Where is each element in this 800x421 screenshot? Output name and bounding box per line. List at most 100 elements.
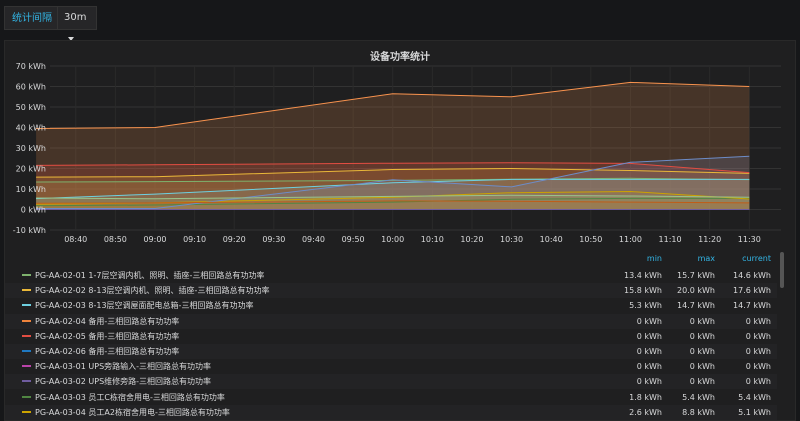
series-min: 0 kWh: [636, 331, 662, 341]
series-name[interactable]: PG-AA-03-03 员工C栋宿舍用电-三相回路总有功功率: [35, 390, 225, 405]
series-min: 1.8 kWh: [629, 392, 662, 402]
y-tick-label: -10 kWh: [13, 226, 46, 235]
power-chart[interactable]: 70 kWh 60 kWh 50 kWh 40 kWh 30 kWh 20 kWh 10 k…: [5, 57, 795, 267]
x-tick-label: 10:10: [421, 235, 444, 244]
chart-panel: 设备功率统计 70 kWh 60 kWh 50 kWh 40 kWh 30 kWh 20 …: [4, 40, 796, 421]
legend-scrollbar[interactable]: [780, 252, 784, 288]
series-name[interactable]: PG-AA-02-03 8-13层空调屋面配电总箱-三相回路总有功功率: [35, 298, 253, 313]
series-name[interactable]: PG-AA-03-02 UPS维修旁路-三相回路总有功功率: [35, 374, 211, 389]
series-name[interactable]: PG-AA-02-02 8-13层空调内机、照明、插座-三相回路总有功功率: [35, 283, 269, 298]
legend-row[interactable]: PG-AA-03-03 员工C栋宿舍用电-三相回路总有功功率 1.8 kWh 5.4…: [5, 390, 777, 405]
legend-row[interactable]: PG-AA-02-04 备用-三相回路总有功功率 0 kWh 0 kWh 0 kWh: [5, 313, 777, 329]
series-color-swatch: [22, 395, 31, 398]
legend-row[interactable]: PG-AA-02-05 备用-三相回路总有功功率 0 kWh 0 kWh 0 kWh: [5, 329, 777, 344]
series-name[interactable]: PG-AA-02-05 备用-三相回路总有功功率: [35, 329, 179, 344]
x-tick-label: 09:20: [223, 235, 246, 244]
legend-header-current[interactable]: current: [725, 254, 771, 266]
series-max: 0 kWh: [689, 377, 715, 387]
series-max: 14.7 kWh: [677, 301, 715, 311]
series-color-swatch: [22, 380, 31, 383]
series-current: 14.6 kWh: [733, 271, 771, 280]
x-tick-label: 09:40: [302, 235, 325, 244]
series-min: 13.4 kWh: [624, 271, 662, 280]
series-max: 15.7 kWh: [677, 271, 715, 280]
x-tick-label: 08:50: [104, 235, 127, 244]
series-min: 0 kWh: [636, 347, 662, 356]
series-color-swatch: [22, 350, 31, 352]
series-max: 8.8 kWh: [682, 407, 715, 417]
x-tick-label: 11:10: [659, 235, 682, 244]
series-color-swatch: [22, 334, 31, 337]
series-max: 0 kWh: [689, 347, 715, 356]
x-tick-label: 10:30: [500, 235, 523, 244]
series-color-swatch: [22, 304, 31, 307]
legend-header-min[interactable]: min: [625, 254, 662, 266]
legend-row[interactable]: PG-AA-02-03 8-13层空调屋面配电总箱-三相回路总有功功率 5.3 k…: [5, 298, 777, 313]
series-color-swatch: [22, 365, 31, 368]
x-axis: 08:40 08:50 09:00 09:10 09:20 09:30 09:40 09:50…: [64, 235, 761, 244]
series-current: 0 kWh: [745, 362, 771, 372]
chart-areas: [36, 82, 750, 210]
y-tick-label: 50 kWh: [16, 103, 46, 112]
series-current: 0 kWh: [745, 347, 771, 356]
y-tick-label: 30 kWh: [16, 144, 46, 153]
series-current: 0 kWh: [745, 377, 771, 387]
y-tick-label: 70 kWh: [16, 62, 46, 71]
x-tick-label: 09:30: [262, 235, 285, 244]
series-current: 17.6 kWh: [733, 286, 771, 296]
series-max: 20.0 kWh: [677, 286, 715, 296]
x-tick-label: 10:40: [540, 235, 563, 244]
y-tick-label: 20 kWh: [16, 165, 46, 174]
series-color-swatch: [22, 274, 31, 276]
series-min: 0 kWh: [636, 377, 662, 387]
series-name[interactable]: PG-AA-02-01 1-7层空调内机、照明、插座-三相回路总有功功率: [35, 268, 264, 283]
series-min: 2.6 kWh: [629, 407, 662, 417]
series-min: 15.8 kWh: [624, 286, 662, 296]
series-current: 5.1 kWh: [738, 407, 771, 417]
series-max: 5.4 kWh: [682, 392, 715, 402]
x-tick-label: 11:20: [698, 235, 721, 244]
y-axis: 70 kWh 60 kWh 50 kWh 40 kWh 30 kWh 20 kWh 10 k…: [13, 62, 46, 235]
series-color-swatch: [22, 319, 31, 322]
series-max: 0 kWh: [689, 316, 715, 326]
series-name[interactable]: PG-AA-02-04 备用-三相回路总有功功率: [35, 314, 179, 329]
legend-row[interactable]: PG-AA-03-02 UPS维修旁路-三相回路总有功功率 0 kWh 0 kWh 0…: [5, 374, 777, 390]
series-name[interactable]: PG-AA-03-01 UPS旁路输入-三相回路总有功功率: [35, 359, 211, 374]
y-tick-label: 60 kWh: [16, 83, 46, 92]
x-tick-label: 09:10: [183, 235, 206, 244]
x-tick-label: 08:40: [64, 235, 87, 244]
x-tick-label: 10:00: [381, 235, 404, 244]
interval-value: 30m: [64, 12, 87, 23]
series-min: 5.3 kWh: [629, 301, 662, 311]
y-tick-label: 40 kWh: [16, 124, 46, 133]
legend-row[interactable]: PG-AA-03-04 员工A2栋宿舍用电-三相回路总有功功率 2.6 kWh 8.…: [5, 404, 777, 420]
y-tick-label: 10 kWh: [16, 185, 46, 194]
series-max: 0 kWh: [689, 331, 715, 341]
x-tick-label: 11:00: [619, 235, 642, 244]
x-tick-label: 11:30: [738, 235, 761, 244]
x-tick-label: 10:50: [579, 235, 602, 244]
series-color-swatch: [22, 289, 31, 292]
series-current: 5.4 kWh: [738, 392, 771, 402]
legend-header-max[interactable]: max: [675, 254, 715, 266]
series-current: 14.7 kWh: [733, 301, 771, 311]
x-tick-label: 09:50: [342, 235, 365, 244]
series-min: 0 kWh: [636, 316, 662, 326]
interval-label: 统计间隔: [4, 6, 60, 30]
legend-row[interactable]: PG-AA-03-01 UPS旁路输入-三相回路总有功功率 0 kWh 0 kWh 0…: [5, 359, 777, 374]
legend-row[interactable]: PG-AA-02-02 8-13层空调内机、照明、插座-三相回路总有功功率 15.…: [5, 283, 777, 299]
interval-select[interactable]: 30m: [57, 6, 97, 41]
x-tick-label: 09:00: [143, 235, 166, 244]
legend-row[interactable]: PG-AA-02-06 备用-三相回路总有功功率 0 kWh 0 kWh 0 kWh: [5, 344, 777, 359]
series-color-swatch: [22, 410, 31, 413]
series-name[interactable]: PG-AA-03-04 员工A2栋宿舍用电-三相回路总有功功率: [35, 405, 230, 420]
legend-row[interactable]: PG-AA-02-01 1-7层空调内机、照明、插座-三相回路总有功功率 13.4…: [5, 268, 777, 283]
y-tick-label: 0 kWh: [21, 206, 46, 215]
series-name[interactable]: PG-AA-02-06 备用-三相回路总有功功率: [35, 344, 179, 359]
series-current: 0 kWh: [745, 331, 771, 341]
toolbar: 统计间隔 30m: [0, 0, 800, 41]
series-min: 0 kWh: [636, 362, 662, 372]
series-current: 0 kWh: [745, 316, 771, 326]
x-tick-label: 10:20: [460, 235, 483, 244]
series-max: 0 kWh: [689, 362, 715, 372]
